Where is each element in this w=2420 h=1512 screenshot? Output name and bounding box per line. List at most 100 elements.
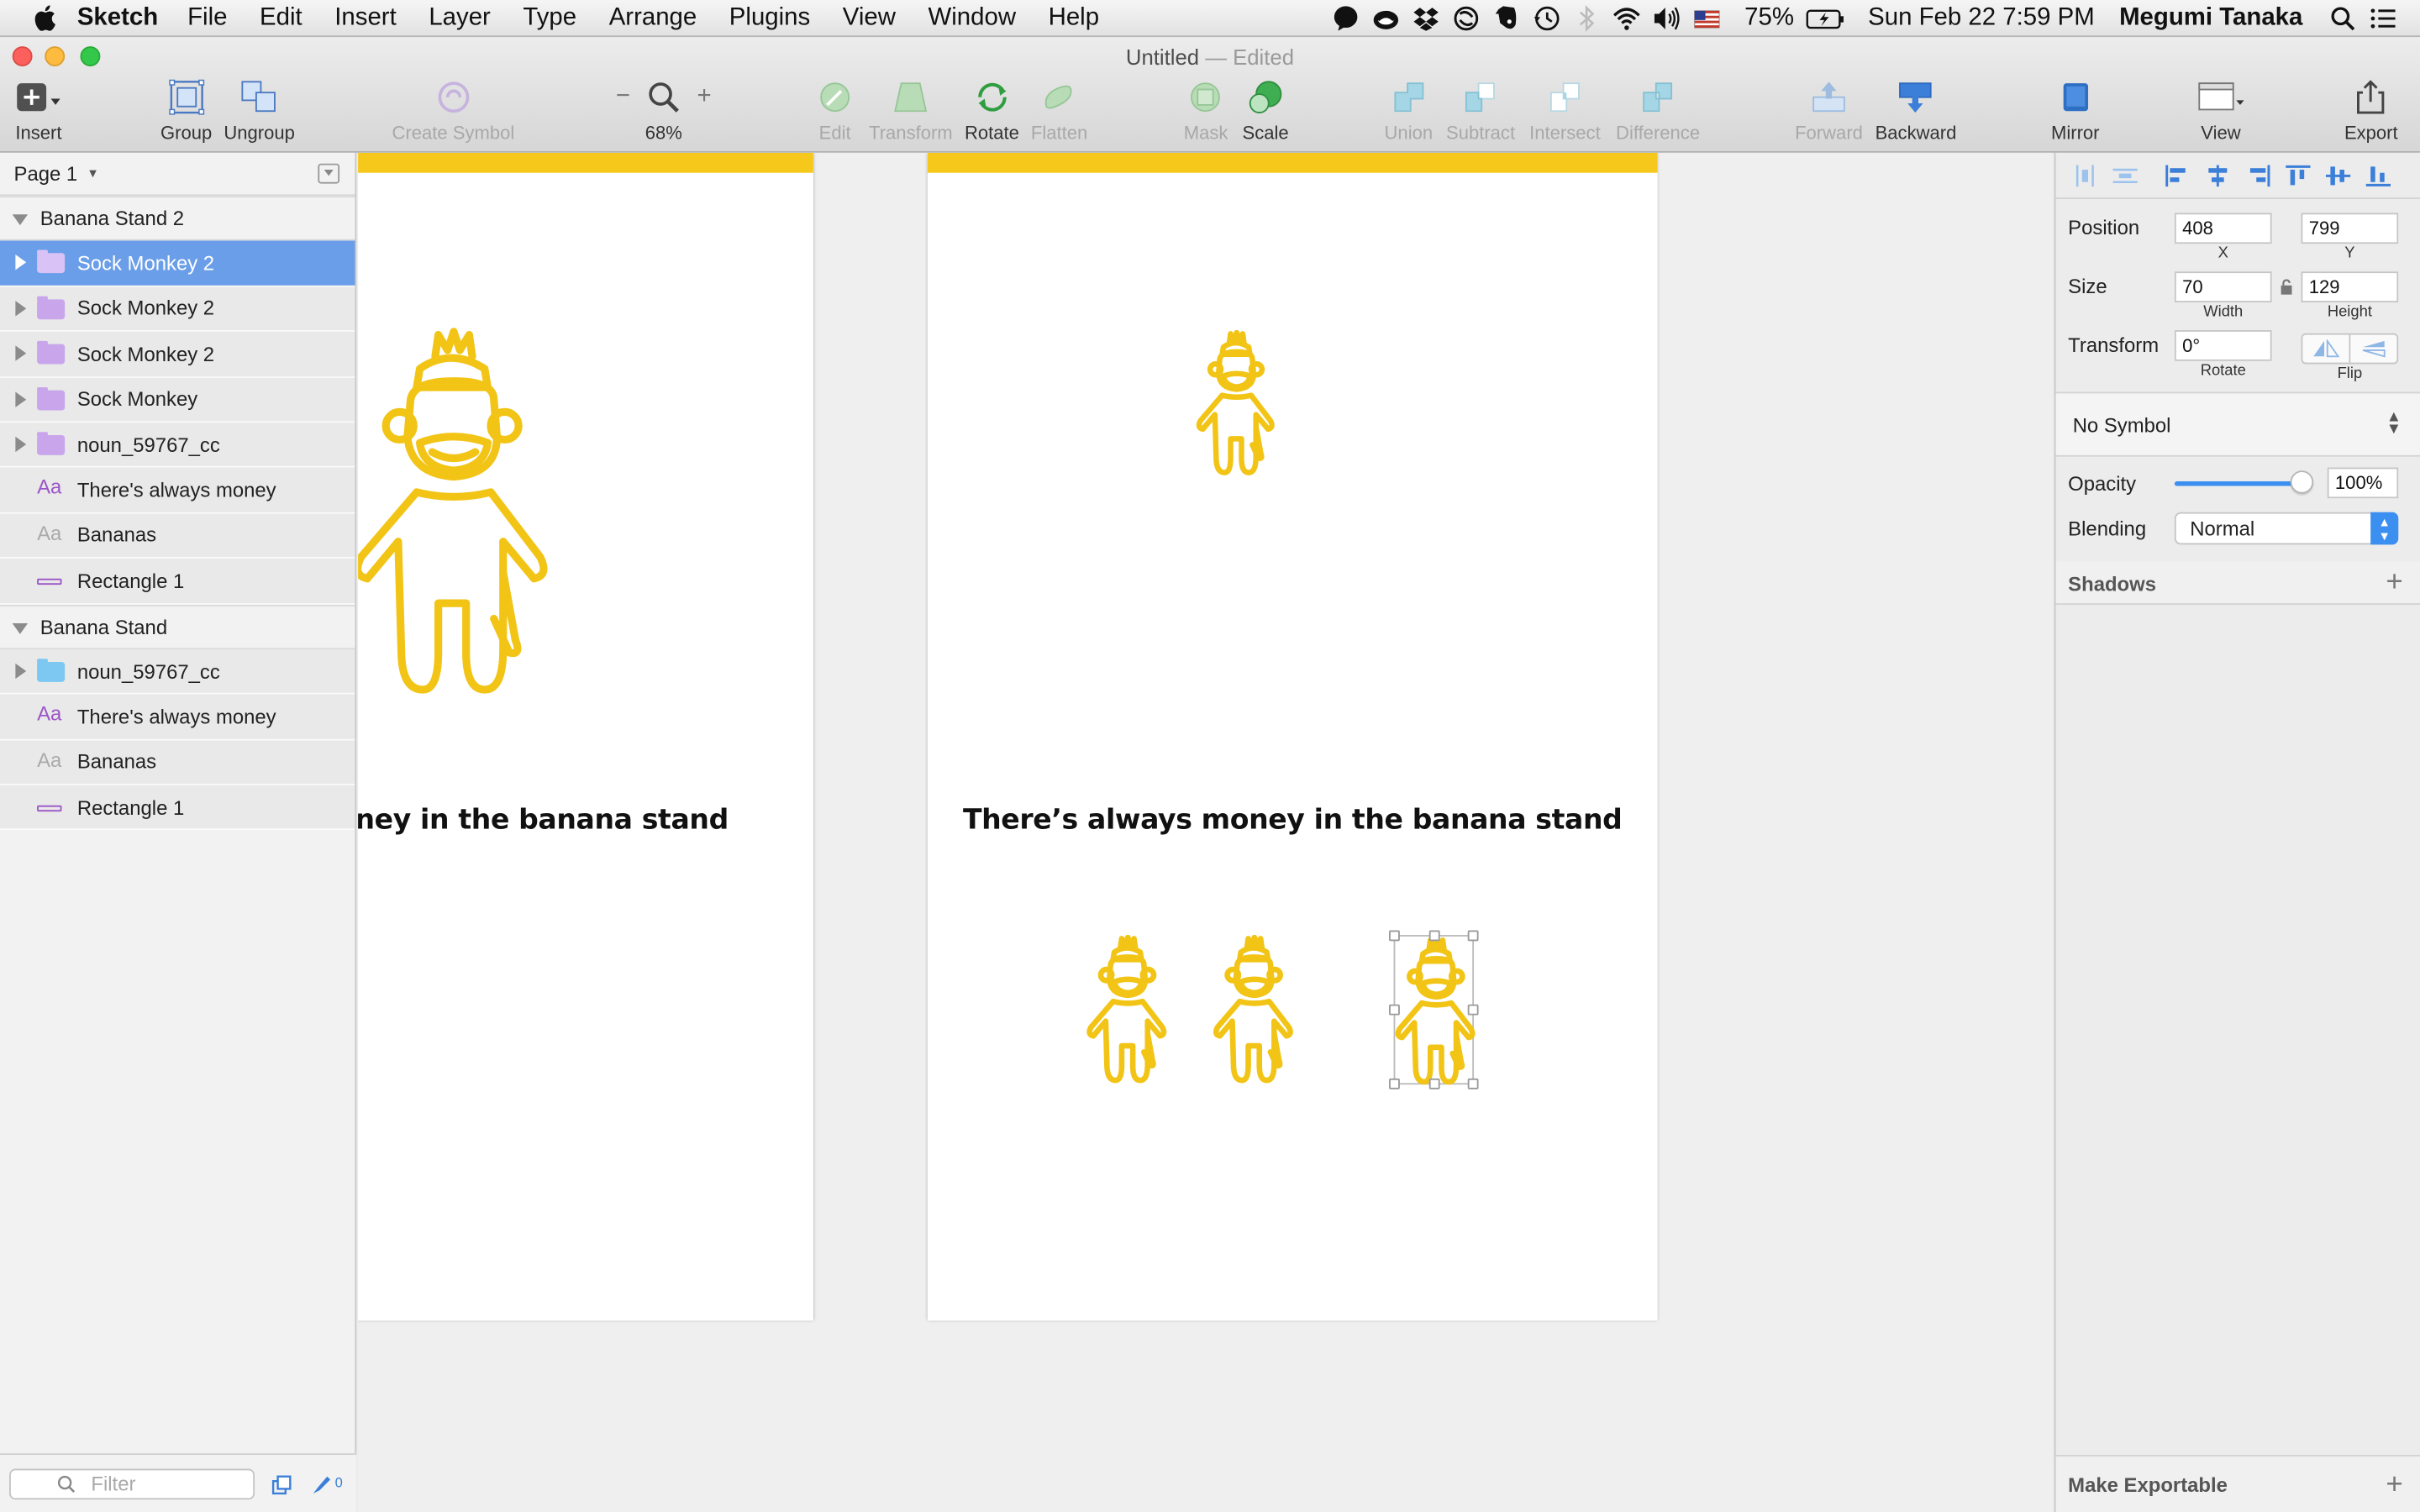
backward-button[interactable]: Backward [1876, 79, 1956, 144]
width-field[interactable]: 70 [2174, 271, 2272, 302]
sock-monkey-illustration[interactable] [1392, 936, 1479, 1089]
resize-handle[interactable] [1467, 1004, 1479, 1016]
opacity-slider-track[interactable] [2174, 481, 2305, 486]
add-shadow-plus-icon[interactable]: + [2386, 566, 2402, 600]
speech-bubble-icon[interactable] [1331, 5, 1362, 33]
menu-window[interactable]: Window [929, 4, 1017, 32]
layer-item[interactable]: Aa There's always money [0, 695, 355, 741]
menu-view[interactable]: View [843, 4, 896, 32]
insert-button[interactable]: Insert [15, 79, 61, 144]
flip-vertical-button[interactable] [2350, 335, 2396, 363]
resize-handle[interactable] [1467, 1078, 1479, 1089]
brush-icon[interactable] [310, 1475, 332, 1495]
align-left-icon[interactable] [2164, 163, 2191, 187]
distribute-horizontal-icon[interactable] [2071, 163, 2099, 187]
layer-item[interactable]: noun_59767_cc [0, 649, 355, 696]
forward-button[interactable]: Forward [1795, 79, 1863, 144]
sock-monkey-illustration[interactable] [1083, 935, 1170, 1088]
disclosure-open-icon[interactable] [12, 622, 29, 633]
opacity-field[interactable]: 100% [2327, 467, 2399, 499]
layer-item[interactable]: Rectangle 1 [0, 785, 355, 832]
edit-button[interactable]: Edit [817, 79, 854, 144]
apple-icon[interactable] [34, 5, 55, 31]
align-top-icon[interactable] [2284, 163, 2312, 187]
align-bottom-icon[interactable] [2365, 163, 2392, 187]
evernote-icon[interactable] [1491, 5, 1523, 33]
resize-handle[interactable] [1389, 930, 1400, 942]
rotate-button[interactable]: Rotate [965, 79, 1019, 144]
collapse-pages-icon[interactable] [318, 163, 340, 184]
disclosure-closed-icon[interactable] [15, 663, 27, 679]
distribute-vertical-icon[interactable] [2112, 163, 2139, 187]
align-right-icon[interactable] [2244, 163, 2272, 187]
align-center-horizontal-icon[interactable] [2204, 163, 2232, 187]
zoom-in-button[interactable]: + [697, 83, 712, 111]
disclosure-closed-icon[interactable] [15, 300, 27, 317]
layer-group-banana-stand-2[interactable]: Banana Stand 2 [0, 196, 355, 242]
mirror-button[interactable]: Mirror [2051, 79, 2100, 144]
height-field[interactable]: 129 [2301, 271, 2399, 302]
artboard-banana-stand-2[interactable]: There’s always money in the banana stand [927, 152, 1658, 1321]
notification-center-icon[interactable] [2367, 5, 2398, 33]
creative-cloud-icon[interactable] [1371, 5, 1402, 33]
selection-box[interactable] [1389, 930, 1479, 1089]
view-button[interactable]: View [2196, 79, 2246, 144]
position-y-field[interactable]: 799 [2301, 213, 2399, 244]
sock-monkey-illustration[interactable] [358, 326, 559, 709]
symbol-selector[interactable]: No Symbol ▲ ▼ [2055, 391, 2420, 457]
rotate-field[interactable]: 0° [2174, 330, 2272, 361]
layer-item[interactable]: Sock Monkey 2 [0, 332, 355, 378]
clock[interactable]: Sun Feb 22 7:59 PM [1868, 5, 2095, 33]
zoom-control[interactable]: − + 68% [616, 79, 712, 144]
resize-handle[interactable] [1389, 1078, 1400, 1089]
dropbox-icon[interactable] [1411, 5, 1442, 33]
intersect-button[interactable]: Intersect [1529, 79, 1601, 144]
layer-item[interactable]: noun_59767_cc [0, 423, 355, 469]
battery-icon[interactable] [1807, 5, 1847, 33]
flatten-button[interactable]: Flatten [1031, 79, 1087, 144]
layer-item[interactable]: Sock Monkey 2 [0, 241, 355, 287]
position-x-field[interactable]: 408 [2174, 213, 2272, 244]
us-flag-icon[interactable] [1692, 5, 1723, 33]
menu-help[interactable]: Help [1049, 4, 1099, 32]
union-button[interactable]: Union [1385, 79, 1433, 144]
spotlight-icon[interactable] [2328, 5, 2359, 33]
difference-button[interactable]: Difference [1616, 79, 1700, 144]
menu-type[interactable]: Type [523, 4, 576, 32]
menu-plugins[interactable]: Plugins [729, 4, 810, 32]
layer-filter-input[interactable]: Filter [9, 1468, 255, 1500]
app-name-menu[interactable]: Sketch [77, 4, 158, 32]
layer-item[interactable]: Rectangle 1 [0, 559, 355, 605]
duplicate-layers-icon[interactable] [271, 1475, 293, 1495]
user-menu[interactable]: Megumi Tanaka [2119, 5, 2302, 33]
sock-monkey-illustration[interactable] [1210, 935, 1297, 1088]
export-button[interactable]: Export [2344, 79, 2398, 144]
layer-item[interactable]: Aa Bananas [0, 740, 355, 786]
canvas[interactable]: s money in the banana stand There’s alwa… [358, 152, 2053, 1512]
blending-select[interactable]: Normal ▲ ▼ [2174, 512, 2399, 545]
layer-item[interactable]: Sock Monkey [0, 377, 355, 423]
menu-edit[interactable]: Edit [260, 4, 302, 32]
menu-layer[interactable]: Layer [429, 4, 491, 32]
menu-arrange[interactable]: Arrange [609, 4, 697, 32]
align-middle-vertical-icon[interactable] [2324, 163, 2352, 187]
sock-monkey-illustration[interactable] [1193, 330, 1278, 480]
lock-aspect-icon[interactable] [2280, 279, 2294, 295]
transform-button[interactable]: Transform [869, 79, 953, 144]
menu-file[interactable]: File [187, 4, 227, 32]
resize-handle[interactable] [1389, 1004, 1400, 1016]
group-button[interactable]: Group [160, 79, 212, 144]
sync-icon[interactable] [1451, 5, 1482, 33]
bluetooth-icon[interactable] [1571, 5, 1602, 33]
disclosure-closed-icon[interactable] [15, 436, 27, 453]
make-exportable-plus-icon[interactable]: + [2386, 1469, 2402, 1503]
create-symbol-button[interactable]: Create Symbol [392, 79, 514, 144]
disclosure-closed-icon[interactable] [15, 255, 27, 271]
disclosure-closed-icon[interactable] [15, 345, 27, 362]
layer-group-banana-stand[interactable]: Banana Stand [0, 604, 355, 650]
menu-insert[interactable]: Insert [334, 4, 396, 32]
scale-button[interactable]: Scale [1243, 79, 1289, 144]
layer-item[interactable]: Aa Bananas [0, 513, 355, 559]
layer-item[interactable]: Sock Monkey 2 [0, 286, 355, 333]
resize-handle[interactable] [1467, 930, 1479, 942]
